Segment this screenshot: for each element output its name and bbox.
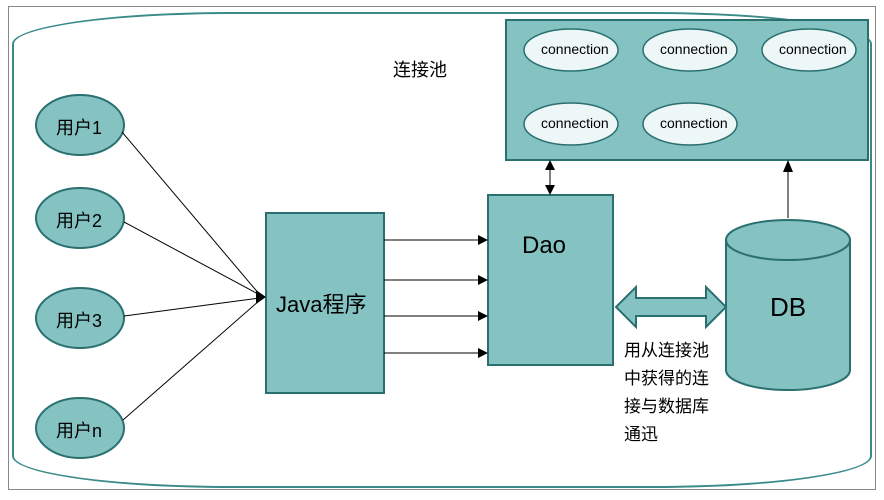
- arrow-dao-pool: [545, 160, 555, 195]
- diagram-svg: [0, 0, 884, 500]
- pool-conn-2: [643, 29, 737, 71]
- pool-conn-4: [524, 103, 618, 145]
- arrows-users-to-java: [122, 132, 266, 420]
- dao-box: [488, 195, 613, 365]
- user-node-1: [36, 95, 124, 155]
- arrow-db-pool: [783, 160, 793, 218]
- pool-conn-5: [643, 103, 737, 145]
- db-cylinder: [726, 220, 850, 390]
- pool-conn-1: [524, 29, 618, 71]
- pool-conn-3: [762, 29, 856, 71]
- user-node-2: [36, 188, 124, 248]
- java-box: [266, 213, 384, 393]
- user-node-n: [36, 398, 124, 458]
- arrows-java-to-dao: [384, 235, 488, 358]
- big-arrow-dao-db: [616, 287, 726, 327]
- user-node-3: [36, 288, 124, 348]
